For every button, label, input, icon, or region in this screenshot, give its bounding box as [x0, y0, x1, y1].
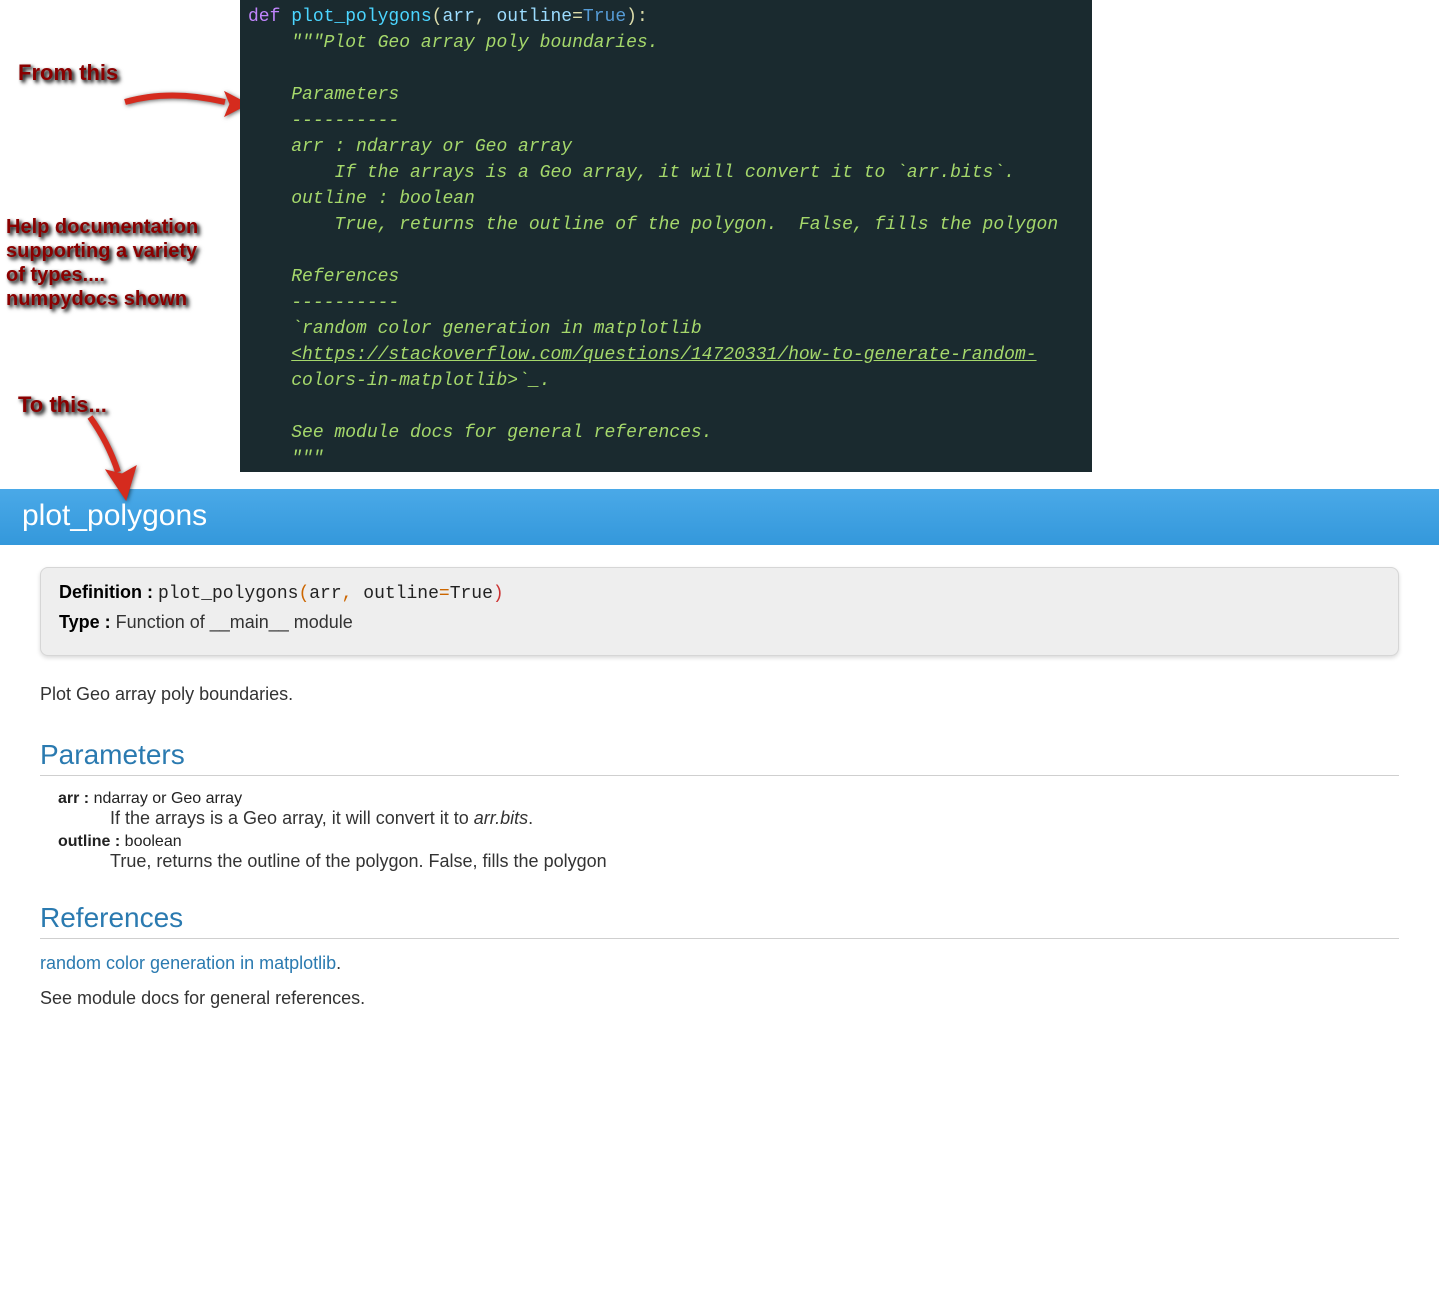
definition-box: Definition : plot_polygons(arr, outline=…	[40, 567, 1399, 656]
param-type-outline: boolean	[120, 833, 181, 850]
doc-refs-title: `random color generation in matplotlib	[291, 319, 701, 339]
indent	[248, 371, 291, 391]
definition-label: Definition :	[59, 582, 153, 602]
equals: =	[572, 7, 583, 27]
definition-line: Definition : plot_polygons(arr, outline=…	[59, 582, 1380, 604]
indent	[248, 293, 291, 313]
annotation-help-docs: Help documentation supporting a variety …	[6, 215, 206, 311]
doc-p1-line: arr : ndarray or Geo array	[291, 137, 572, 157]
sig-close: )	[493, 584, 504, 604]
param-name-arr: arr :	[58, 790, 89, 807]
param-desc-arr-post: .	[528, 808, 533, 828]
indent	[248, 267, 291, 287]
indent	[248, 33, 291, 53]
indent	[248, 423, 291, 443]
doc-summary: Plot Geo array poly boundaries.	[40, 684, 1399, 705]
param-desc-arr-pre: If the arrays is a Geo array, it will co…	[110, 808, 474, 828]
bool-true: True	[583, 7, 626, 27]
doc-refs-url: <https://stackoverflow.com/questions/147…	[291, 345, 1036, 365]
param-row-arr: arr : ndarray or Geo array	[58, 790, 1399, 808]
param-type-arr: ndarray or Geo array	[89, 790, 242, 807]
indent	[248, 215, 291, 235]
indent	[248, 345, 291, 365]
docstring-open: """	[291, 33, 323, 53]
doc-dashes: ----------	[291, 111, 399, 131]
doc-p1-desc: If the arrays is a Geo array, it will co…	[291, 163, 1015, 183]
param-desc-outline: True, returns the outline of the polygon…	[110, 851, 1399, 872]
source-code-panel: From this Help documentation supporting …	[0, 0, 1439, 489]
indent	[248, 137, 291, 157]
indent	[248, 85, 291, 105]
reference-link-text: random color generation in matplotlib	[40, 953, 336, 973]
indent	[248, 111, 291, 131]
param-arr: arr	[442, 7, 474, 27]
indent	[248, 163, 291, 183]
reference-link[interactable]: random color generation in matplotlib.	[40, 953, 1399, 974]
doc-body: Definition : plot_polygons(arr, outline=…	[0, 545, 1439, 1049]
doc-params-header: Parameters	[291, 85, 399, 105]
indent	[248, 449, 291, 469]
type-line: Type : Function of __main__ module	[59, 612, 1380, 633]
sig-open: (	[298, 584, 309, 604]
type-value: Function of __main__ module	[111, 612, 353, 632]
param-outline: outline	[496, 7, 572, 27]
arrow-to-icon	[78, 412, 148, 502]
paren-open: (	[432, 7, 443, 27]
doc-refs-url2: colors-in-matplotlib>`_.	[291, 371, 550, 391]
code-editor: def plot_polygons(arr, outline=True): ""…	[240, 0, 1092, 472]
annotation-from-this: From this	[18, 60, 118, 86]
signature-params: arr, outline=True	[309, 584, 493, 604]
param-desc-arr: If the arrays is a Geo array, it will co…	[110, 808, 1399, 829]
indent	[248, 319, 291, 339]
docstring-summary: Plot Geo array poly boundaries.	[324, 33, 659, 53]
paren-close: ):	[626, 7, 648, 27]
docstring-close: """	[291, 449, 323, 469]
param-desc-arr-em: arr.bits	[474, 808, 528, 828]
function-name: plot_polygons	[291, 7, 431, 27]
comma: ,	[475, 7, 497, 27]
doc-p2-desc: True, returns the outline of the polygon…	[291, 215, 1058, 235]
section-parameters: Parameters	[40, 739, 1399, 776]
doc-refs-header: References	[291, 267, 399, 287]
doc-header: plot_polygons	[0, 489, 1439, 545]
doc-see-also: See module docs for general references.	[291, 423, 712, 443]
reference-link-dot: .	[336, 953, 341, 973]
reference-text: See module docs for general references.	[40, 988, 1399, 1009]
doc-title: plot_polygons	[22, 499, 207, 532]
param-name-outline: outline :	[58, 833, 120, 850]
arrow-from-icon	[120, 84, 250, 124]
signature-name: plot_polygons	[158, 584, 298, 604]
parameters-block: arr : ndarray or Geo array If the arrays…	[58, 790, 1399, 872]
doc-dashes-2: ----------	[291, 293, 399, 313]
type-label: Type :	[59, 612, 111, 632]
doc-p2-line: outline : boolean	[291, 189, 475, 209]
indent	[248, 189, 291, 209]
param-row-outline: outline : boolean	[58, 833, 1399, 851]
section-references: References	[40, 902, 1399, 939]
keyword-def: def	[248, 7, 280, 27]
